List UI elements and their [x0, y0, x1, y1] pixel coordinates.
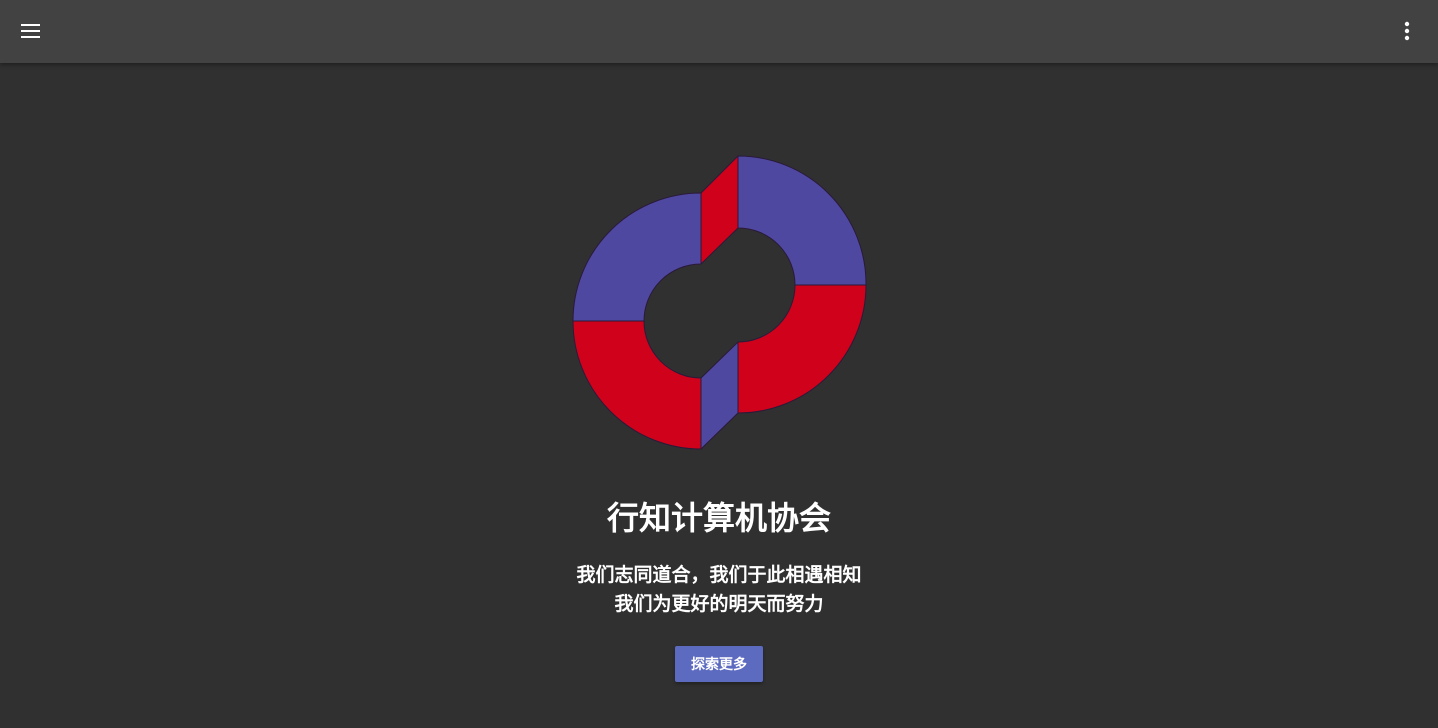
logo-segment-top-right	[737, 155, 867, 286]
logo-segment-bottom-right	[737, 284, 867, 414]
association-logo	[572, 155, 867, 450]
menu-button[interactable]	[9, 9, 53, 53]
logo-segment-bottom-left	[572, 320, 702, 450]
logo-segment-top-left	[572, 192, 702, 322]
explore-more-button[interactable]: 探索更多	[675, 646, 763, 682]
more-options-button[interactable]	[1385, 9, 1429, 53]
logo-connector-bottom	[700, 341, 739, 450]
more-vert-icon	[1404, 21, 1410, 41]
tagline: 我们志同道合，我们于此相遇相知 我们为更好的明天而努力	[0, 561, 1438, 619]
top-app-bar	[0, 0, 1438, 63]
menu-icon	[21, 24, 40, 38]
tagline-line-1: 我们志同道合，我们于此相遇相知	[576, 564, 862, 586]
logo-connector-top	[700, 155, 739, 265]
tagline-line-2: 我们为更好的明天而努力	[614, 593, 824, 615]
page-title: 行知计算机协会	[606, 499, 831, 537]
